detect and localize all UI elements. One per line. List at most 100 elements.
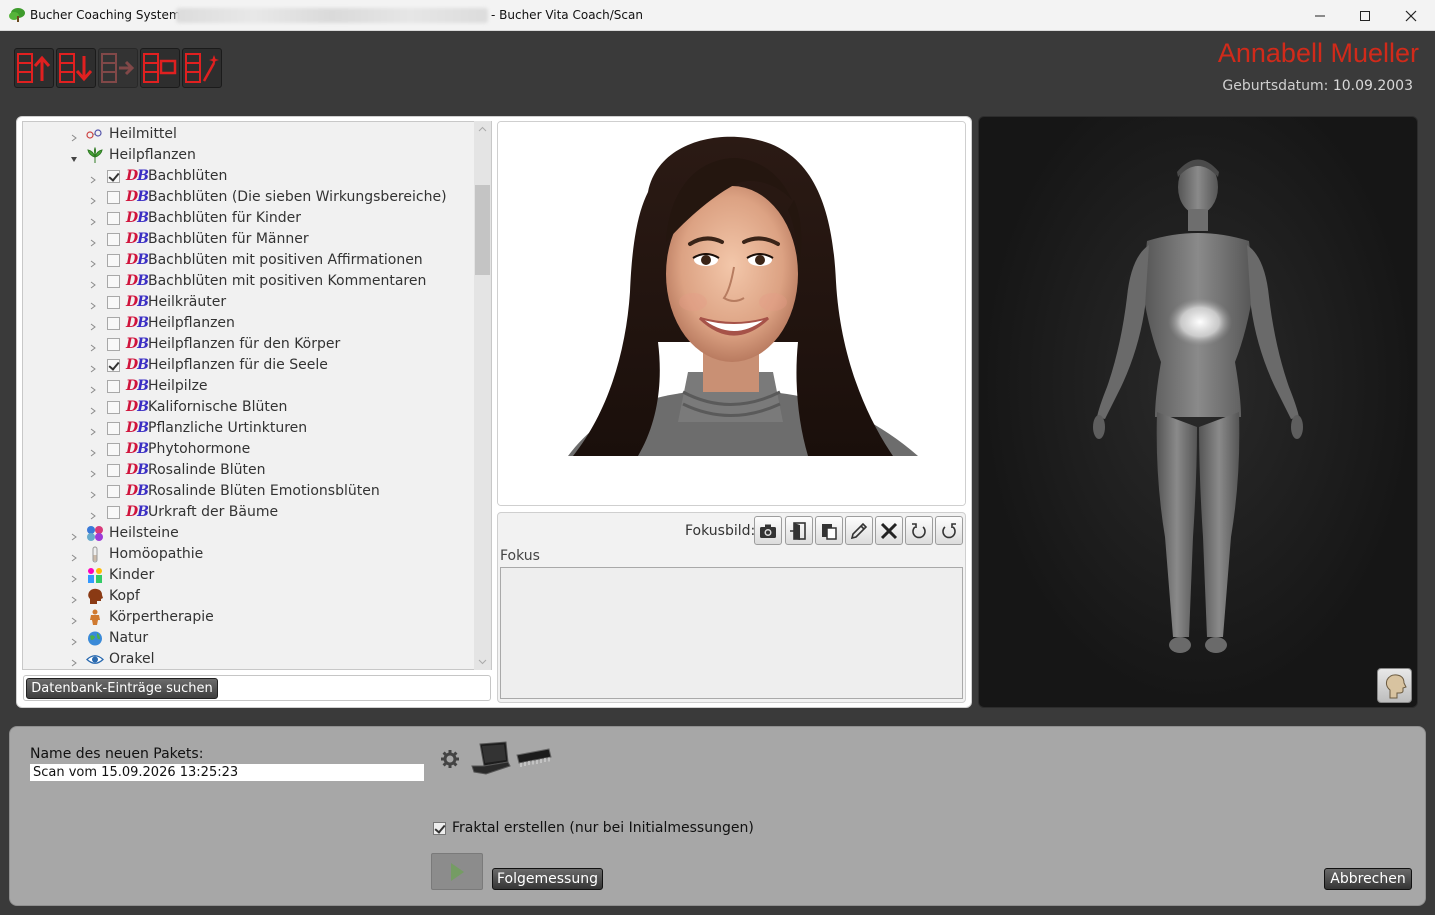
tree-item-checkbox[interactable] [107, 275, 120, 288]
download-db-button[interactable] [56, 48, 96, 88]
expand-arrow-icon[interactable] [70, 550, 78, 562]
db-window-button[interactable] [140, 48, 180, 88]
expand-arrow-icon[interactable] [70, 592, 78, 604]
tree-item-checkbox[interactable] [107, 317, 120, 330]
expand-arrow-icon[interactable] [89, 214, 97, 226]
chip-icon[interactable] [513, 745, 553, 771]
tree-item[interactable]: Orakel [23, 649, 475, 669]
tree-item[interactable]: DB Heilpflanzen [23, 313, 475, 334]
search-db-entries-button[interactable]: Datenbank-Einträge suchen [26, 678, 218, 699]
tree-item-checkbox[interactable] [107, 422, 120, 435]
db-magic-button[interactable] [182, 48, 222, 88]
tree-item[interactable]: DB Bachblüten für Männer [23, 229, 475, 250]
focus-rotate-right-button[interactable] [935, 516, 963, 545]
tree-item[interactable]: Heilsteine [23, 523, 475, 544]
tree-item[interactable]: DB Heilkräuter [23, 292, 475, 313]
tree-item[interactable]: DB Bachblüten für Kinder [23, 208, 475, 229]
focus-textarea[interactable] [500, 567, 963, 699]
expand-arrow-icon[interactable] [89, 445, 97, 457]
tree-item-checkbox[interactable] [107, 191, 120, 204]
minimize-button[interactable] [1297, 0, 1343, 31]
tree-item[interactable]: DB Heilpilze [23, 376, 475, 397]
tree-item[interactable]: DB Bachblüten mit positiven Kommentaren [23, 271, 475, 292]
expand-arrow-icon[interactable] [89, 403, 97, 415]
focus-rotate-left-button[interactable] [905, 516, 933, 545]
expand-arrow-icon[interactable] [89, 298, 97, 310]
expand-arrow-icon[interactable] [89, 382, 97, 394]
upload-db-button[interactable] [14, 48, 54, 88]
tree-item[interactable]: DB Heilpflanzen für die Seele [23, 355, 475, 376]
transfer-db-button[interactable] [98, 48, 138, 88]
tree-scroll-thumb[interactable] [475, 185, 490, 275]
close-button[interactable] [1388, 0, 1434, 31]
tree-item[interactable]: Kopf [23, 586, 475, 607]
scroll-down-icon[interactable] [478, 657, 487, 666]
tree-item-checkbox[interactable] [107, 485, 120, 498]
tree-item-checkbox[interactable] [107, 170, 120, 183]
expand-arrow-icon[interactable] [70, 130, 78, 142]
tree-item-checkbox[interactable] [107, 506, 120, 519]
start-scan-button[interactable] [431, 853, 483, 890]
tree-item[interactable]: Körpertherapie [23, 607, 475, 628]
expand-arrow-icon[interactable] [89, 172, 97, 184]
cancel-button[interactable]: Abbrechen [1324, 868, 1412, 890]
laptop-icon[interactable] [470, 740, 512, 776]
expand-arrow-icon[interactable] [89, 340, 97, 352]
expand-arrow-icon[interactable] [70, 529, 78, 541]
expand-arrow-icon[interactable] [89, 424, 97, 436]
expand-arrow-icon[interactable] [89, 235, 97, 247]
focus-delete-button[interactable] [875, 516, 903, 545]
expand-arrow-icon[interactable] [89, 466, 97, 478]
tree-item-checkbox[interactable] [107, 212, 120, 225]
tree-item[interactable]: DB Phytohormone [23, 439, 475, 460]
tree-item[interactable]: DB Urkraft der Bäume [23, 502, 475, 523]
followup-measurement-button[interactable]: Folgemessung [492, 868, 603, 890]
tree-item-checkbox[interactable] [107, 359, 120, 372]
package-name-input[interactable] [30, 764, 424, 781]
tree-item[interactable]: DB Pflanzliche Urtinkturen [23, 418, 475, 439]
tree-item[interactable]: DB Bachblüten (Die sieben Wirkungsbereich… [23, 187, 475, 208]
tree-item[interactable]: Homöopathie [23, 544, 475, 565]
collapse-arrow-icon[interactable] [70, 151, 78, 162]
expand-arrow-icon[interactable] [70, 634, 78, 646]
focus-camera-button[interactable] [754, 516, 782, 545]
tree-item[interactable]: DB Kalifornische Blüten [23, 397, 475, 418]
body-model-view[interactable] [978, 116, 1418, 708]
focus-paste-button[interactable] [815, 516, 843, 545]
tree-item-checkbox[interactable] [107, 338, 120, 351]
tree-scrollbar[interactable] [474, 121, 491, 670]
tree-item-checkbox[interactable] [107, 254, 120, 267]
tree-item[interactable]: DB Bachblüten [23, 166, 475, 187]
tree-item[interactable]: Natur [23, 628, 475, 649]
focus-import-button[interactable] [785, 516, 813, 545]
expand-arrow-icon[interactable] [89, 193, 97, 205]
expand-arrow-icon[interactable] [89, 361, 97, 373]
tree-item[interactable]: DB Rosalinde Blüten [23, 460, 475, 481]
expand-arrow-icon[interactable] [89, 319, 97, 331]
head-view-button[interactable] [1377, 668, 1412, 703]
expand-arrow-icon[interactable] [89, 256, 97, 268]
expand-arrow-icon[interactable] [89, 508, 97, 520]
tree-item-checkbox[interactable] [107, 443, 120, 456]
tree-item-checkbox[interactable] [107, 464, 120, 477]
tree-item-checkbox[interactable] [107, 233, 120, 246]
tree-item-checkbox[interactable] [107, 380, 120, 393]
tree-item[interactable]: Heilmittel [23, 124, 475, 145]
focus-edit-button[interactable] [845, 516, 873, 545]
expand-arrow-icon[interactable] [89, 487, 97, 499]
tree-item[interactable]: Heilpflanzen [23, 145, 475, 166]
tree-item[interactable]: Kinder [23, 565, 475, 586]
maximize-button[interactable] [1342, 0, 1388, 31]
fraktal-checkbox[interactable] [433, 822, 446, 835]
expand-arrow-icon[interactable] [70, 571, 78, 583]
gear-icon[interactable] [440, 749, 460, 769]
expand-arrow-icon[interactable] [70, 655, 78, 667]
tree-item-checkbox[interactable] [107, 296, 120, 309]
tree-item-checkbox[interactable] [107, 401, 120, 414]
scroll-up-icon[interactable] [478, 125, 487, 134]
tree-item[interactable]: DB Bachblüten mit positiven Affirmationen [23, 250, 475, 271]
expand-arrow-icon[interactable] [89, 277, 97, 289]
tree-item[interactable]: DB Heilpflanzen für den Körper [23, 334, 475, 355]
database-tree[interactable]: Heilmittel Heilpflanzen DB Bachblüten DB Bach… [22, 121, 492, 670]
tree-item[interactable]: DB Rosalinde Blüten Emotionsblüten [23, 481, 475, 502]
